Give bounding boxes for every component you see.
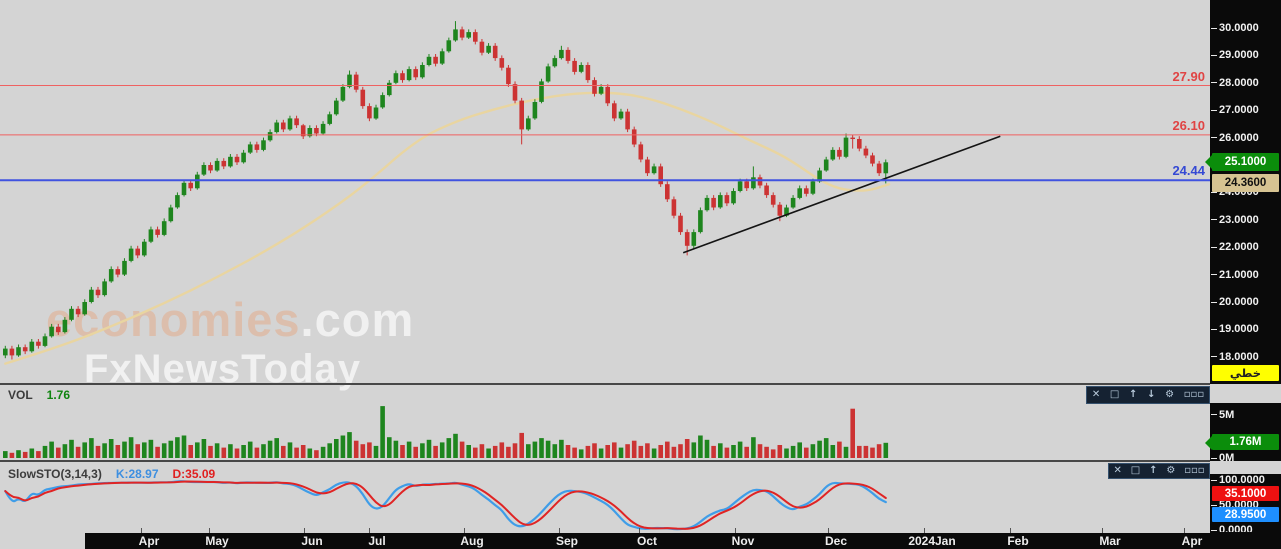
volume-indicator-label: VOL <box>8 388 33 402</box>
maximize-icon[interactable]: □ <box>1110 390 1119 400</box>
price-axis-label: 26.0000 <box>1211 131 1280 145</box>
arrow-up-icon[interactable]: ↑ <box>1129 390 1137 400</box>
month-label: Jun <box>301 534 323 548</box>
sto-d-line <box>4 480 887 530</box>
month-tick <box>141 528 142 533</box>
volume-bars-layer <box>3 406 889 458</box>
sto-d-tag: 35.1000 <box>1212 486 1279 501</box>
sto-k-tag: 28.9500 <box>1212 507 1279 522</box>
price-axis-label: 18.0000 <box>1211 350 1280 364</box>
bid-price-tag: 24.3600 <box>1212 173 1279 192</box>
last-price-tag: 25.1000 <box>1205 153 1279 172</box>
month-label: Apr <box>1181 534 1203 548</box>
panel-separator[interactable] <box>0 460 1210 462</box>
more-options-icon[interactable]: ▫▫▫ <box>1184 466 1204 476</box>
volume-axis[interactable]: 5M 0M 1.76M <box>1205 403 1281 464</box>
month-label: 2024Jan <box>908 534 956 548</box>
more-options-icon[interactable]: ▫▫▫ <box>1184 390 1204 400</box>
trading-chart-window: economies.com FxNewsToday 27.90 26.10 24.4… <box>0 0 1281 549</box>
month-label: Sep <box>555 534 578 548</box>
price-axis-label: 21.0000 <box>1211 268 1280 282</box>
right-axis-column: 30.000029.000028.000027.000026.000025.00… <box>1205 0 1281 549</box>
price-level-label: 27.90 <box>1172 68 1205 84</box>
month-tick <box>209 528 210 533</box>
price-axis-label: 29.0000 <box>1211 48 1280 62</box>
moving-average-line <box>4 91 891 365</box>
price-axis-label: 27.0000 <box>1211 103 1280 117</box>
month-tick <box>828 528 829 533</box>
month-tick <box>1010 528 1011 533</box>
price-axis-label: 19.0000 <box>1211 322 1280 336</box>
volume-axis-label: 0M <box>1211 451 1280 465</box>
month-label: Mar <box>1099 534 1121 548</box>
stochastic-lines <box>4 480 887 531</box>
sto-panel-header: SlowSTO(3,14,3) K:28.97 D:35.09 <box>8 467 215 481</box>
price-axis[interactable]: 30.000029.000028.000027.000026.000025.00… <box>1205 0 1281 384</box>
month-tick <box>369 528 370 533</box>
candles-layer <box>3 21 889 360</box>
settings-gear-icon[interactable]: ⚙ <box>1166 466 1175 476</box>
month-label: May <box>205 534 229 548</box>
sto-axis-label: 100.0000 <box>1211 473 1280 487</box>
volume-indicator-value: 1.76 <box>46 388 71 402</box>
month-label: Dec <box>824 534 847 548</box>
month-tick <box>1184 528 1185 533</box>
month-label: Oct <box>636 534 657 548</box>
price-level-label: 26.10 <box>1172 117 1205 133</box>
volume-axis-label: 5M <box>1211 408 1280 422</box>
settings-gear-icon[interactable]: ⚙ <box>1165 390 1174 400</box>
month-label: Feb <box>1007 534 1029 548</box>
month-label: Aug <box>460 534 484 548</box>
horizontal-lines <box>0 85 1210 182</box>
arrow-down-icon[interactable]: ↓ <box>1147 390 1155 400</box>
price-axis-label: 30.0000 <box>1211 21 1280 35</box>
close-icon[interactable]: ✕ <box>1113 466 1121 476</box>
trend-line <box>682 135 1001 254</box>
chart-scale-type-tag[interactable]: خطي <box>1212 365 1279 381</box>
volume-panel-toolbar: ✕ □ ↑ ↓ ⚙ ▫▫▫ <box>1086 386 1210 404</box>
price-axis-label: 22.0000 <box>1211 240 1280 254</box>
sto-axis[interactable]: 100.0000 50.0000 0.0000 35.1000 28.9500 <box>1210 473 1281 536</box>
arrow-up-icon[interactable]: ↑ <box>1149 466 1157 476</box>
sto-panel-toolbar: ✕ □ ↑ ⚙ ▫▫▫ <box>1108 463 1210 479</box>
price-axis-label: 20.0000 <box>1211 295 1280 309</box>
close-icon[interactable]: ✕ <box>1092 390 1100 400</box>
month-tick <box>735 528 736 533</box>
month-label: Jul <box>368 534 386 548</box>
month-tick <box>464 528 465 533</box>
sto-k-value: K:28.97 <box>115 467 159 481</box>
month-tick <box>304 528 305 533</box>
month-label: Apr <box>138 534 160 548</box>
sto-indicator-label: SlowSTO(3,14,3) <box>8 467 102 481</box>
volume-panel-header: VOL 1.76 <box>8 388 70 402</box>
month-tick <box>1102 528 1103 533</box>
month-tick <box>559 528 560 533</box>
price-axis-label: 28.0000 <box>1211 76 1280 90</box>
month-tick <box>639 528 640 533</box>
volume-value-tag: 1.76M <box>1205 433 1279 450</box>
month-label: Nov <box>731 534 755 548</box>
price-level-label: 24.44 <box>1172 163 1205 179</box>
sto-d-value: D:35.09 <box>172 467 216 481</box>
price-axis-label: 23.0000 <box>1211 213 1280 227</box>
maximize-icon[interactable]: □ <box>1131 466 1140 476</box>
sto-k-line <box>4 480 887 531</box>
month-tick <box>924 528 925 533</box>
panel-separator[interactable] <box>0 383 1210 385</box>
